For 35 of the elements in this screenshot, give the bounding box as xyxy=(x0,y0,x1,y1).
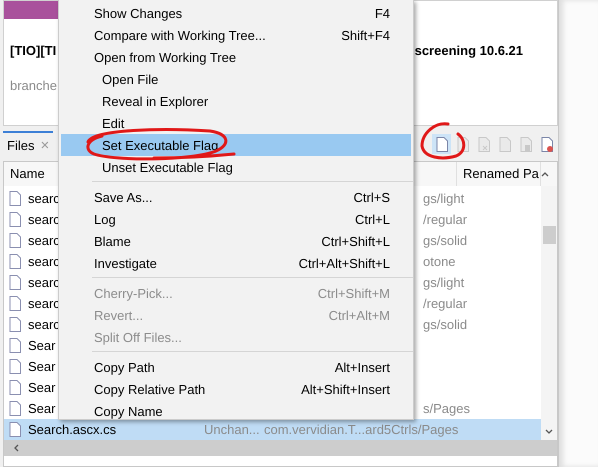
path-cell: s/Pages xyxy=(423,401,470,416)
path-cell: com.vervidian.T...ard5Ctrls/Pages xyxy=(264,422,458,437)
file-name: searc xyxy=(28,191,60,206)
shortcut-label: Alt+Insert xyxy=(334,360,390,374)
shortcut-label: Ctrl+Alt+M xyxy=(328,308,390,322)
shortcut-label: Shift+F4 xyxy=(341,28,390,42)
path-cell: gs/solid xyxy=(423,317,468,332)
file-name: Sear xyxy=(28,380,56,395)
status-cell: Unchan... xyxy=(204,422,260,437)
shortcut-label: Ctrl+Alt+Shift+L xyxy=(298,256,390,270)
file-name: Search.ascx.cs xyxy=(28,422,116,437)
shortcut-label: Ctrl+Shift+M xyxy=(318,286,390,300)
path-cell: /regular xyxy=(423,296,468,311)
commit-title: screening 10.6.21 xyxy=(414,43,523,58)
file-name: searc xyxy=(28,212,60,227)
file-name: searc xyxy=(28,296,60,311)
path-cell: otone xyxy=(423,254,456,269)
file-name: Sear xyxy=(28,338,56,353)
file-name: Sear xyxy=(28,359,56,374)
file-name: searc xyxy=(28,275,60,290)
shortcut-label: F4 xyxy=(374,6,390,20)
path-cell: gs/solid xyxy=(423,233,468,248)
file-name: searc xyxy=(28,317,60,332)
file-name: searc xyxy=(28,254,60,269)
file-name: Sear xyxy=(28,401,56,416)
branch-label: branche xyxy=(10,78,57,93)
path-cell: /regular xyxy=(423,212,468,227)
shortcut-label: Ctrl+L xyxy=(354,212,390,226)
path-cell: gs/light xyxy=(423,275,464,290)
file-name: searc xyxy=(28,233,60,248)
commit-title: [TIO][TI xyxy=(10,43,56,58)
shortcut-label: Alt+Shift+Insert xyxy=(301,382,390,396)
shortcut-label: Ctrl+Shift+L xyxy=(321,234,390,248)
path-cell: gs/light xyxy=(423,191,464,206)
shortcut-label: Ctrl+S xyxy=(354,190,390,204)
